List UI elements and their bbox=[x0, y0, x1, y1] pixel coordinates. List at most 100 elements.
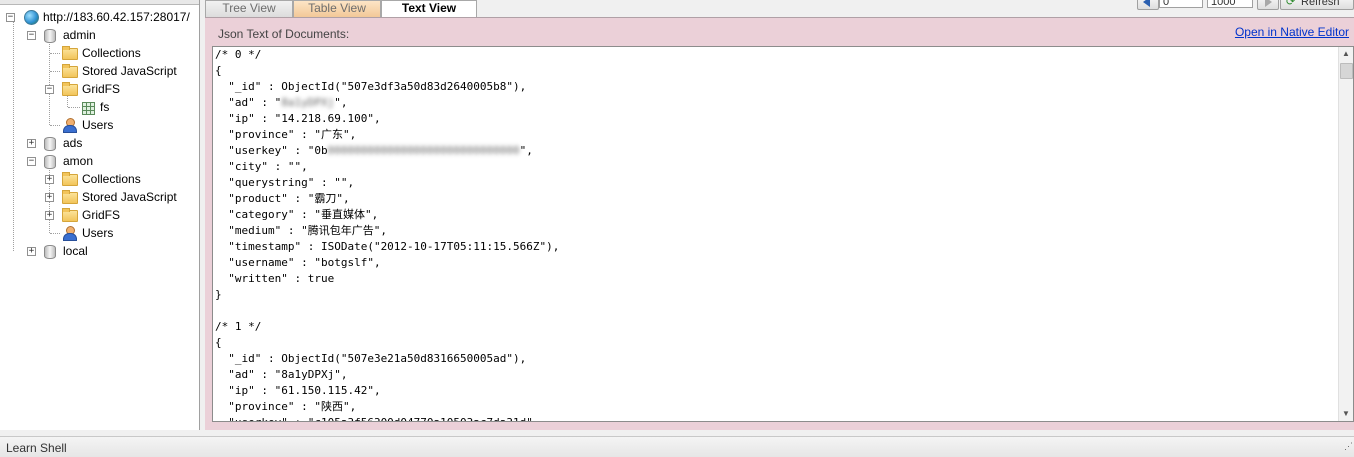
grid-icon bbox=[82, 102, 95, 115]
folder-icon bbox=[62, 208, 78, 222]
status-text: Learn Shell bbox=[6, 441, 67, 455]
tree-item-collections[interactable]: Collections bbox=[0, 44, 199, 62]
tree-item-label: Collections bbox=[82, 46, 141, 60]
scrollbar-thumb[interactable] bbox=[1340, 63, 1353, 79]
scroll-up-icon[interactable]: ▲ bbox=[1339, 47, 1353, 61]
json-line: } bbox=[215, 288, 222, 301]
database-icon bbox=[44, 245, 56, 259]
tree-item-label: fs bbox=[100, 100, 110, 114]
folder-icon bbox=[62, 64, 78, 78]
tree-item-fs[interactable]: fs bbox=[0, 98, 199, 116]
expand-icon[interactable]: + bbox=[27, 139, 36, 148]
expand-icon[interactable]: + bbox=[27, 247, 36, 256]
collapse-icon[interactable]: − bbox=[27, 31, 36, 40]
json-text-panel: Json Text of Documents: Open in Native E… bbox=[205, 17, 1354, 431]
tab-tree-view[interactable]: Tree View bbox=[205, 0, 293, 17]
tab-text-view[interactable]: Text View bbox=[381, 0, 477, 18]
collapse-icon[interactable]: − bbox=[45, 85, 54, 94]
json-line: "username" : "botgslf", bbox=[215, 256, 381, 269]
json-line: "_id" : ObjectId("507e3df3a50d83d2640005… bbox=[215, 80, 527, 93]
json-line: "_id" : ObjectId("507e3e21a50d8316650005… bbox=[215, 352, 527, 365]
arrow-left-icon bbox=[1143, 0, 1150, 7]
expand-icon[interactable]: + bbox=[45, 211, 54, 220]
expand-icon[interactable]: + bbox=[45, 193, 54, 202]
tree-top-border bbox=[0, 0, 199, 5]
database-icon bbox=[44, 155, 56, 169]
json-header-label: Json Text of Documents: bbox=[218, 27, 350, 41]
tree-item-collections[interactable]: + Collections bbox=[0, 170, 199, 188]
db-node-local[interactable]: + local bbox=[0, 242, 199, 260]
json-line: "product" : "霸刀", bbox=[215, 192, 350, 205]
collapse-icon[interactable]: − bbox=[6, 13, 15, 22]
prev-page-button[interactable] bbox=[1137, 0, 1159, 10]
json-line: /* 0 */ bbox=[215, 48, 262, 61]
folder-icon bbox=[62, 190, 78, 204]
database-icon bbox=[44, 137, 56, 151]
globe-icon bbox=[24, 10, 39, 25]
db-label: ads bbox=[63, 136, 83, 150]
json-line: { bbox=[215, 64, 222, 77]
db-node-amon[interactable]: − amon bbox=[0, 152, 199, 170]
user-icon bbox=[62, 118, 77, 133]
json-line: "userkey" : "c105a3f56300d04770a10503ac7… bbox=[215, 415, 1333, 421]
limit-input[interactable]: 1000 bbox=[1207, 0, 1253, 8]
tree-item-label: Stored JavaScript bbox=[82, 64, 177, 78]
server-url: http://183.60.42.157:28017/ bbox=[43, 10, 190, 24]
folder-icon bbox=[62, 46, 78, 60]
tree-item-label: GridFS bbox=[82, 208, 121, 222]
refresh-icon: ⟳ bbox=[1286, 0, 1296, 8]
tab-table-view[interactable]: Table View bbox=[293, 0, 381, 17]
next-page-button[interactable] bbox=[1257, 0, 1279, 10]
tree-item-gridfs[interactable]: + GridFS bbox=[0, 206, 199, 224]
arrow-right-icon bbox=[1265, 0, 1272, 7]
json-line: "ad" : "8a1yDPXj", bbox=[215, 368, 348, 381]
json-line: "ip" : "14.218.69.100", bbox=[215, 112, 381, 125]
json-line: /* 1 */ bbox=[215, 320, 262, 333]
db-node-admin[interactable]: − admin bbox=[0, 26, 199, 44]
json-line: "category" : "垂直媒体", bbox=[215, 208, 379, 221]
refresh-button[interactable]: ⟳ Refresh bbox=[1280, 0, 1354, 10]
tree-item-label: Users bbox=[82, 118, 114, 132]
tree-item-label: GridFS bbox=[82, 82, 121, 96]
json-line: "userkey" : "0b0000000000000000000000000… bbox=[215, 144, 533, 157]
json-line: "querystring" : "", bbox=[215, 176, 355, 189]
status-bar: Learn Shell ⋰ bbox=[0, 436, 1354, 457]
tree-item-label: Users bbox=[82, 226, 114, 240]
tree-item-label: Collections bbox=[82, 172, 141, 186]
user-icon bbox=[62, 226, 77, 241]
database-tree[interactable]: − http://183.60.42.157:28017/ − admin Co… bbox=[0, 0, 200, 430]
json-line: "timestamp" : ISODate("2012-10-17T05:11:… bbox=[215, 240, 560, 253]
tree-item-users[interactable]: Users bbox=[0, 224, 199, 242]
json-line: "province" : "广东", bbox=[215, 128, 357, 141]
json-line: "city" : "", bbox=[215, 160, 308, 173]
json-text-area[interactable]: /* 0 */ { "_id" : ObjectId("507e3df3a50d8… bbox=[212, 46, 1354, 422]
db-node-ads[interactable]: + ads bbox=[0, 134, 199, 152]
tree-item-gridfs[interactable]: − GridFS bbox=[0, 80, 199, 98]
refresh-label: Refresh bbox=[1301, 0, 1340, 8]
expand-icon[interactable]: + bbox=[45, 175, 54, 184]
vertical-scrollbar[interactable]: ▲ ▼ bbox=[1338, 47, 1353, 421]
json-line bbox=[215, 303, 1333, 319]
json-line: "medium" : "腾讯包年广告", bbox=[215, 224, 387, 237]
database-icon bbox=[44, 29, 56, 43]
paging-controls: 0 1000 ⟳ Refresh bbox=[1137, 0, 1354, 10]
tree-item-users[interactable]: Users bbox=[0, 116, 199, 134]
tree-item-stored-javascript[interactable]: + Stored JavaScript bbox=[0, 188, 199, 206]
tree-item-label: Stored JavaScript bbox=[82, 190, 177, 204]
json-line: "ad" : "8a1yDPXj", bbox=[215, 96, 348, 109]
collapse-icon[interactable]: − bbox=[27, 157, 36, 166]
folder-icon bbox=[62, 82, 78, 96]
json-document-text[interactable]: /* 0 */ { "_id" : ObjectId("507e3df3a50d8… bbox=[215, 47, 1333, 421]
open-native-editor-link[interactable]: Open in Native Editor bbox=[1235, 25, 1349, 39]
folder-icon bbox=[62, 172, 78, 186]
server-node[interactable]: − http://183.60.42.157:28017/ bbox=[0, 8, 199, 26]
tree-item-stored-javascript[interactable]: Stored JavaScript bbox=[0, 62, 199, 80]
json-line: "ip" : "61.150.115.42", bbox=[215, 384, 381, 397]
resize-grip-icon[interactable]: ⋰ bbox=[1344, 441, 1353, 451]
db-label: admin bbox=[63, 28, 96, 42]
scroll-down-icon[interactable]: ▼ bbox=[1339, 407, 1353, 421]
db-label: local bbox=[63, 244, 88, 258]
json-line: "province" : "陕西", bbox=[215, 400, 357, 413]
json-line: "written" : true bbox=[215, 272, 335, 285]
skip-input[interactable]: 0 bbox=[1159, 0, 1203, 8]
